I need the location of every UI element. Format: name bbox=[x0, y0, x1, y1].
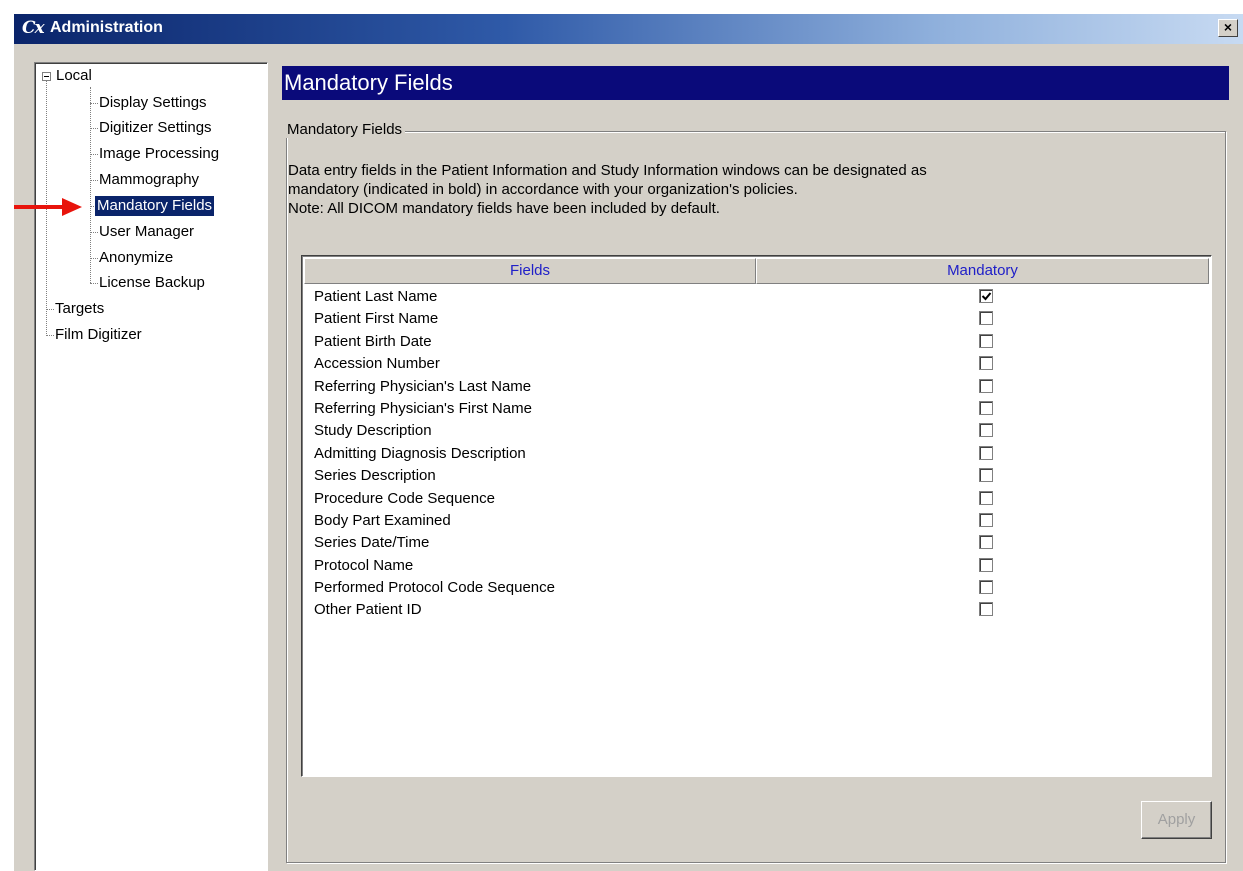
field-name: Series Description bbox=[314, 467, 436, 485]
app-icon: Cx bbox=[22, 18, 45, 38]
field-name: Procedure Code Sequence bbox=[314, 489, 495, 507]
table-row[interactable]: Series Date/Time bbox=[304, 532, 1209, 554]
mandatory-checkbox[interactable] bbox=[979, 557, 993, 572]
mandatory-checkbox[interactable] bbox=[979, 468, 993, 483]
page-title: Mandatory Fields bbox=[282, 66, 1229, 100]
tree-item-license-backup[interactable]: License Backup bbox=[97, 273, 207, 293]
title-bar: Cx Administration × bbox=[0, 0, 1243, 44]
tree-item-mandatory-fields[interactable]: Mandatory Fields bbox=[95, 196, 215, 216]
field-name: Patient Last Name bbox=[314, 288, 438, 305]
red-arrow-icon bbox=[14, 198, 82, 216]
table-row[interactable]: Patient Birth Date bbox=[304, 331, 1209, 353]
table-row[interactable]: Referring Physician's First Name bbox=[304, 398, 1209, 420]
table-row[interactable]: Admitting Diagnosis Description bbox=[304, 443, 1209, 465]
mandatory-checkbox[interactable] bbox=[979, 400, 993, 415]
tree-item-targets[interactable]: Targets bbox=[53, 299, 106, 319]
mandatory-checkbox[interactable] bbox=[979, 535, 993, 550]
table-row[interactable]: Procedure Code Sequence bbox=[304, 488, 1209, 510]
table-row[interactable]: Body Part Examined bbox=[304, 510, 1209, 532]
tree-item-mammography[interactable]: Mammography bbox=[97, 170, 201, 190]
field-name: Series Date/Time bbox=[314, 534, 430, 552]
table-row[interactable]: Accession Number bbox=[304, 353, 1209, 375]
close-button[interactable]: × bbox=[1218, 19, 1238, 37]
mandatory-checkbox[interactable] bbox=[979, 423, 993, 438]
tree-item-user-manager[interactable]: User Manager bbox=[97, 222, 196, 242]
field-name: Performed Protocol Code Sequence bbox=[314, 579, 555, 597]
table-row[interactable]: Other Patient ID bbox=[304, 599, 1209, 621]
tree-item-digitizer-settings[interactable]: Digitizer Settings bbox=[97, 118, 214, 138]
field-name: Protocol Name bbox=[314, 556, 414, 574]
mandatory-checkbox[interactable] bbox=[979, 356, 993, 371]
description-line: Note: All DICOM mandatory fields have be… bbox=[288, 200, 720, 217]
mandatory-checkbox[interactable] bbox=[979, 445, 993, 460]
field-name: Referring Physician's First Name bbox=[314, 399, 532, 417]
mandatory-checkbox[interactable] bbox=[979, 602, 993, 617]
window-title: Administration bbox=[50, 19, 163, 36]
description-line: mandatory (indicated in bold) in accorda… bbox=[288, 181, 798, 198]
table-row[interactable]: Protocol Name bbox=[304, 555, 1209, 577]
collapse-icon[interactable] bbox=[42, 72, 51, 81]
field-name: Study Description bbox=[314, 422, 432, 440]
column-header-mandatory[interactable]: Mandatory bbox=[756, 258, 1209, 284]
navigation-tree: Local Display Settings Digitizer Setting… bbox=[34, 62, 268, 871]
mandatory-checkbox[interactable] bbox=[979, 289, 993, 303]
tree-item-film-digitizer[interactable]: Film Digitizer bbox=[53, 325, 144, 345]
tree-item-anonymize[interactable]: Anonymize bbox=[97, 248, 175, 268]
table-row[interactable]: Study Description bbox=[304, 420, 1209, 442]
table-row[interactable]: Performed Protocol Code Sequence bbox=[304, 577, 1209, 599]
group-label: Mandatory Fields bbox=[284, 121, 406, 138]
field-name: Patient Birth Date bbox=[314, 332, 432, 350]
field-name: Accession Number bbox=[314, 355, 440, 373]
mandatory-checkbox[interactable] bbox=[979, 311, 993, 326]
tree-item-display-settings[interactable]: Display Settings bbox=[97, 93, 209, 113]
mandatory-checkbox[interactable] bbox=[979, 512, 993, 527]
mandatory-checkbox[interactable] bbox=[979, 333, 993, 348]
description-line: Data entry fields in the Patient Informa… bbox=[288, 162, 927, 179]
checkmark-icon bbox=[981, 292, 992, 301]
tree-item-local[interactable]: Local bbox=[54, 66, 94, 86]
table-row[interactable]: Patient Last Name bbox=[304, 286, 1209, 308]
field-name: Referring Physician's Last Name bbox=[314, 377, 532, 395]
fields-list: Fields Mandatory Patient Last Name Patien… bbox=[301, 255, 1212, 777]
apply-button[interactable]: Apply bbox=[1141, 801, 1212, 839]
tree-item-image-processing[interactable]: Image Processing bbox=[97, 144, 221, 164]
table-row[interactable]: Referring Physician's Last Name bbox=[304, 376, 1209, 398]
table-row[interactable]: Patient First Name bbox=[304, 308, 1209, 330]
mandatory-checkbox[interactable] bbox=[979, 580, 993, 595]
field-name: Patient First Name bbox=[314, 310, 439, 328]
table-row[interactable]: Series Description bbox=[304, 465, 1209, 487]
tree-connector bbox=[90, 87, 91, 283]
description: Data entry fields in the Patient Informa… bbox=[288, 161, 927, 218]
field-name: Body Part Examined bbox=[314, 511, 451, 529]
mandatory-checkbox[interactable] bbox=[979, 490, 993, 505]
column-header-fields[interactable]: Fields bbox=[304, 258, 756, 284]
field-name: Admitting Diagnosis Description bbox=[314, 444, 526, 462]
field-name: Other Patient ID bbox=[314, 601, 422, 619]
title-bar-background bbox=[14, 14, 1243, 44]
list-rows: Patient Last Name Patient First Name Patie… bbox=[304, 286, 1209, 622]
mandatory-checkbox[interactable] bbox=[979, 378, 993, 393]
